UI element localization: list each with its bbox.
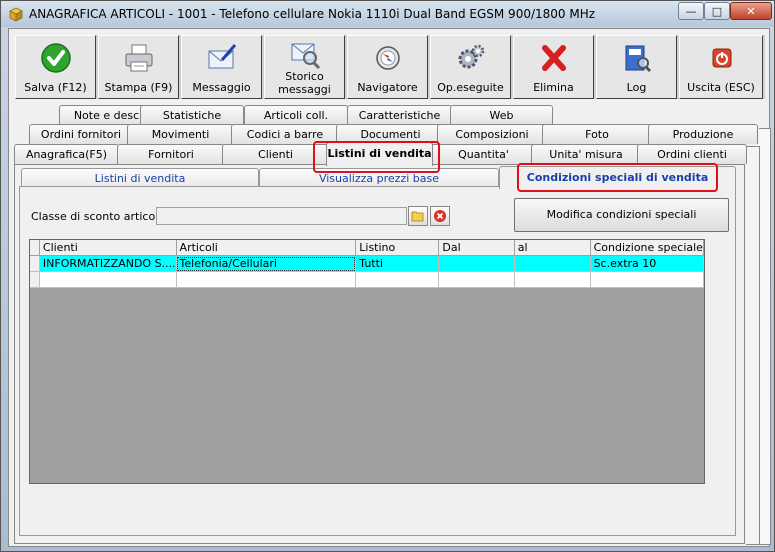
- open-folder-button[interactable]: [408, 206, 428, 226]
- grid-header-row: Clienti Articoli Listino Dal al Condizio…: [30, 240, 704, 256]
- cell-clienti[interactable]: INFORMATIZZANDO S....: [39, 255, 177, 272]
- check-icon: [41, 43, 71, 73]
- maximize-icon: □: [711, 4, 723, 18]
- exit-label: Uscita (ESC): [687, 81, 755, 94]
- delete-x-icon: [542, 45, 566, 71]
- executed-operations-label: Op.eseguite: [437, 81, 504, 94]
- table-row-new[interactable]: [30, 271, 704, 288]
- column-header-dal[interactable]: Dal: [438, 240, 515, 256]
- column-header-clienti[interactable]: Clienti: [39, 240, 177, 256]
- tab-statistiche[interactable]: Statistiche: [140, 105, 244, 125]
- message-button[interactable]: Messaggio: [181, 35, 262, 99]
- tab-anagrafica[interactable]: Anagrafica(F5): [14, 144, 119, 164]
- tab-movimenti[interactable]: Movimenti: [127, 124, 234, 144]
- cell-dal[interactable]: [438, 255, 515, 272]
- envelope-pen-icon: [208, 44, 237, 69]
- cell-empty[interactable]: [176, 271, 357, 288]
- cell-condizione-speciale[interactable]: Sc.extra 10: [590, 255, 704, 272]
- close-icon: ✕: [746, 4, 756, 18]
- tab-web[interactable]: Web: [450, 105, 553, 125]
- log-label: Log: [626, 81, 647, 94]
- active-tab-highlight: [313, 141, 440, 173]
- cell-al[interactable]: [514, 255, 591, 272]
- modify-special-conditions-button[interactable]: Modifica condizioni speciali: [514, 198, 729, 232]
- tab-page-edge-back: [759, 128, 771, 545]
- window-client: Salva (F12) Stampa (F9) Messaggio Storic…: [8, 28, 771, 547]
- table-row[interactable]: INFORMATIZZANDO S.... Telefonia/Cellular…: [30, 255, 704, 272]
- row-indicator[interactable]: [30, 255, 40, 272]
- active-subtab-highlight: [517, 163, 718, 192]
- toolbar: Salva (F12) Stampa (F9) Messaggio Storic…: [15, 35, 765, 99]
- gears-icon: [458, 44, 485, 69]
- cell-empty[interactable]: [514, 271, 591, 288]
- save-button[interactable]: Salva (F12): [15, 35, 96, 99]
- minimize-button[interactable]: —: [678, 2, 704, 20]
- tab-articoli-coll[interactable]: Articoli coll.: [244, 105, 348, 125]
- cell-empty[interactable]: [590, 271, 704, 288]
- tab-quantita[interactable]: Quantita': [430, 144, 537, 164]
- column-header-articoli[interactable]: Articoli: [176, 240, 357, 256]
- tab-unita-misura[interactable]: Unita' misura: [531, 144, 641, 164]
- log-button[interactable]: Log: [596, 35, 677, 99]
- message-label: Messaggio: [192, 81, 251, 94]
- save-label: Salva (F12): [24, 81, 87, 94]
- compass-icon: [376, 46, 400, 70]
- cell-empty[interactable]: [355, 271, 440, 288]
- delete-button[interactable]: Elimina: [513, 35, 594, 99]
- subtab-listini-di-vendita[interactable]: Listini di vendita: [21, 168, 259, 188]
- column-header-condizione-speciale[interactable]: Condizione speciale: [590, 240, 704, 256]
- discount-class-field[interactable]: [156, 207, 407, 225]
- tab-foto[interactable]: Foto: [542, 124, 652, 144]
- cell-listino[interactable]: Tutti: [355, 255, 440, 272]
- maximize-button[interactable]: □: [704, 2, 730, 20]
- column-header-listino[interactable]: Listino: [355, 240, 440, 256]
- close-button[interactable]: ✕: [730, 2, 772, 20]
- log-book-icon: [625, 45, 652, 73]
- cell-empty[interactable]: [438, 271, 515, 288]
- cell-articoli[interactable]: Telefonia/Cellulari: [176, 255, 357, 272]
- printer-icon: [125, 44, 153, 72]
- app-window: ANAGRAFICA ARTICOLI - 1001 - Telefono ce…: [0, 0, 775, 552]
- print-label: Stampa (F9): [104, 81, 173, 94]
- tab-caratteristiche[interactable]: Caratteristiche: [347, 105, 452, 125]
- tab-produzione[interactable]: Produzione: [648, 124, 758, 144]
- exit-button[interactable]: Uscita (ESC): [679, 35, 763, 99]
- print-button[interactable]: Stampa (F9): [98, 35, 179, 99]
- message-history-label: Storico messaggi: [265, 70, 344, 96]
- navigator-button[interactable]: Navigatore: [347, 35, 428, 99]
- executed-operations-button[interactable]: Op.eseguite: [430, 35, 511, 99]
- minimize-icon: —: [685, 4, 697, 18]
- envelope-search-icon: [291, 43, 321, 70]
- clear-button[interactable]: [430, 206, 450, 226]
- tab-fornitori[interactable]: Fornitori: [117, 144, 225, 164]
- delete-label: Elimina: [533, 81, 574, 94]
- message-history-button[interactable]: Storico messaggi: [264, 35, 345, 99]
- cell-empty[interactable]: [39, 271, 177, 288]
- power-icon: [712, 48, 732, 68]
- title-bar[interactable]: ANAGRAFICA ARTICOLI - 1001 - Telefono ce…: [1, 1, 774, 27]
- message-history-label-line1: Storico: [285, 70, 324, 83]
- clear-x-icon: [434, 210, 446, 222]
- tab-composizioni[interactable]: Composizioni: [437, 124, 547, 144]
- discount-class-label: Classe di sconto articolo :: [31, 210, 173, 223]
- window-title: ANAGRAFICA ARTICOLI - 1001 - Telefono ce…: [29, 7, 596, 21]
- column-header-al[interactable]: al: [514, 240, 591, 256]
- message-history-label-line2: messaggi: [278, 83, 331, 96]
- tab-page-edge-middle: [746, 146, 760, 545]
- box-app-icon: [9, 7, 23, 22]
- tab-ordini-clienti[interactable]: Ordini clienti: [637, 144, 747, 164]
- navigator-label: Navigatore: [357, 81, 418, 94]
- special-conditions-grid: Clienti Articoli Listino Dal al Condizio…: [29, 239, 705, 484]
- folder-icon: [411, 211, 424, 222]
- header-indicator: [30, 240, 40, 256]
- row-indicator[interactable]: [30, 271, 40, 288]
- tab-ordini-fornitori[interactable]: Ordini fornitori: [29, 124, 133, 144]
